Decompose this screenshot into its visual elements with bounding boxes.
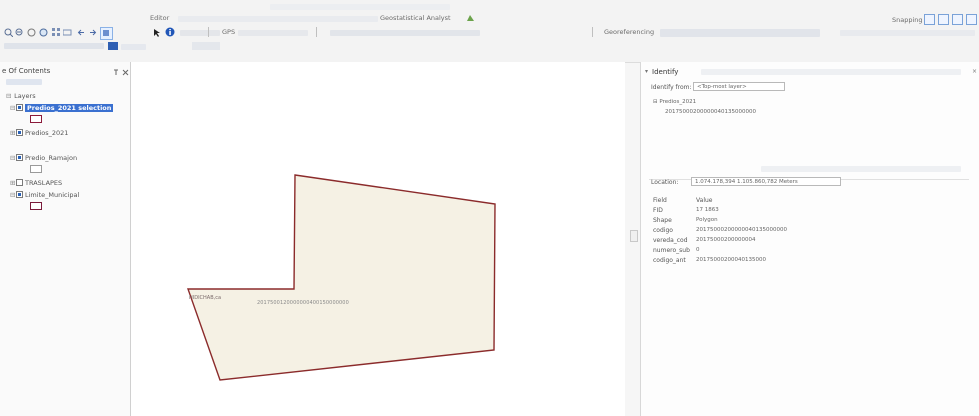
pan-icon[interactable] (27, 28, 36, 37)
tools-icons[interactable] (180, 30, 220, 36)
layer-label[interactable]: TRASLAPES (25, 179, 62, 187)
vertex-snapping-button[interactable] (952, 14, 963, 25)
toolbar-row2-icons[interactable] (4, 43, 104, 49)
attribute-field: Shape (653, 217, 672, 224)
splitter-handle[interactable] (630, 230, 638, 242)
georeferencing-tools[interactable] (840, 30, 975, 36)
close-icon[interactable] (121, 68, 130, 77)
close-icon[interactable]: × (972, 68, 977, 75)
edge-snapping-button[interactable] (966, 14, 977, 25)
attribute-value[interactable]: 20175000200000004 (696, 237, 756, 243)
attribute-field: vereda_cod (653, 237, 688, 244)
attribute-value[interactable]: Polygon (696, 217, 718, 223)
attribute-value[interactable]: 0 (696, 247, 700, 253)
layer-symbol-swatch[interactable] (30, 202, 42, 210)
toolbar-row2-more[interactable] (121, 44, 146, 50)
select-features-icon[interactable] (100, 27, 113, 40)
parcel-label-center: 2017500120000000400150000000 (257, 300, 349, 306)
tools-icons-2[interactable] (238, 30, 308, 36)
layer-visibility-checkbox[interactable] (16, 129, 23, 136)
value-header: Value (696, 197, 713, 204)
results-tree-layer[interactable]: ⊟ Predios_2021 (653, 99, 696, 105)
gps-menu[interactable]: GPS (222, 28, 235, 36)
zoom-in-icon[interactable] (4, 28, 14, 38)
identify-title-bar-blur (701, 69, 961, 75)
attribute-field: FID (653, 207, 663, 214)
table-of-contents: e Of Contents ⊟ Layers ⊟ Predios_2021 sel… (0, 62, 131, 416)
toolbar-area: Editor Geostatistical Analyst GPS Georef… (0, 0, 979, 63)
parcel-label-left: HIDICHAB,ca (189, 295, 222, 301)
toc-title: e Of Contents (2, 67, 51, 75)
location-value-field[interactable]: 1.074.178,394 1.105.860,782 Meters (691, 177, 841, 186)
georeferencing-combo[interactable] (660, 29, 820, 37)
layers-root-label: Layers (14, 92, 36, 100)
map-data-frame-icon[interactable] (192, 42, 220, 50)
collapse-icon[interactable]: ▾ (645, 68, 648, 75)
identify-icon[interactable] (165, 27, 175, 37)
identify-from-dropdown[interactable]: <Top-most layer> (693, 82, 785, 91)
geostat-icon[interactable] (466, 13, 475, 22)
geostatistical-analyst-menu[interactable]: Geostatistical Analyst (380, 14, 451, 22)
point-snapping-button[interactable] (924, 14, 935, 25)
layer-label[interactable]: Predios_2021 selection (25, 104, 114, 112)
results-layer-label: Predios_2021 (659, 99, 697, 105)
full-extent-icon[interactable] (39, 28, 48, 37)
select-elements-icon[interactable] (152, 28, 161, 37)
fixed-zoom-out-icon[interactable] (62, 28, 72, 37)
map-view[interactable]: HIDICHAB,ca 2017500120000000400150000000 (131, 62, 625, 416)
toc-layer-item[interactable]: ⊟ Predio_Ramajon (10, 154, 77, 162)
layer-label[interactable]: Predios_2021 (25, 129, 68, 137)
back-icon[interactable] (77, 28, 86, 37)
attribute-field: codigo (653, 227, 673, 234)
attribute-value[interactable]: 20175000200040135000 (696, 257, 766, 263)
attribute-field: codigo_ant (653, 257, 686, 264)
fixed-zoom-in-icon[interactable] (52, 28, 61, 37)
map-canvas[interactable] (131, 62, 625, 416)
identify-from-label: Identify from: (651, 84, 692, 91)
identify-title: Identify (652, 68, 679, 76)
layer-label[interactable]: Predio_Ramajon (25, 154, 77, 162)
layer-symbol-swatch[interactable] (30, 115, 42, 123)
identify-window: ▾ Identify × Identify from: <Top-most la… (640, 62, 979, 416)
editor-menu[interactable]: Editor (150, 14, 169, 22)
toc-layers-root[interactable]: ⊟ Layers (6, 92, 36, 100)
attribute-value[interactable]: 17 1863 (696, 207, 719, 213)
results-tree-feature[interactable]: 20175000200000040135000000 (665, 109, 756, 115)
end-snapping-button[interactable] (938, 14, 949, 25)
snapping-menu[interactable]: Snapping (892, 16, 923, 24)
layer-visibility-checkbox[interactable] (16, 104, 23, 111)
layer-add-icon[interactable] (108, 42, 118, 50)
toc-layer-item[interactable]: ⊟ Limite_Municipal (10, 191, 79, 199)
toolbar-row-blur (270, 4, 450, 10)
location-label: Location: (651, 179, 679, 186)
toc-view-buttons[interactable] (6, 79, 42, 85)
layer-visibility-checkbox[interactable] (16, 179, 23, 186)
attribute-field: numero_sub (653, 247, 690, 254)
collapse-icon[interactable]: ⊟ (6, 92, 12, 100)
zoom-out-icon[interactable] (15, 28, 24, 37)
georeferencing-menu[interactable]: Georeferencing (604, 28, 654, 36)
attribute-value[interactable]: 20175000200000040135000000 (696, 227, 787, 233)
layer-visibility-checkbox[interactable] (16, 191, 23, 198)
field-header: Field (653, 197, 667, 204)
toc-layer-item[interactable]: ⊞ Predios_2021 (10, 129, 68, 137)
editor-toolbar-icons[interactable] (178, 16, 378, 22)
pin-icon[interactable] (112, 68, 121, 77)
layer-label[interactable]: Limite_Municipal (25, 191, 79, 199)
forward-icon[interactable] (88, 28, 97, 37)
toc-layer-item[interactable]: ⊞ TRASLAPES (10, 179, 62, 187)
parcel-polygon[interactable] (187, 174, 496, 381)
toc-layer-item[interactable]: ⊟ Predios_2021 selection (10, 104, 114, 112)
tools-icons-3[interactable] (330, 30, 480, 36)
layer-visibility-checkbox[interactable] (16, 154, 23, 161)
layer-symbol-swatch[interactable] (30, 165, 42, 173)
results-toolbar-blur (761, 166, 961, 172)
